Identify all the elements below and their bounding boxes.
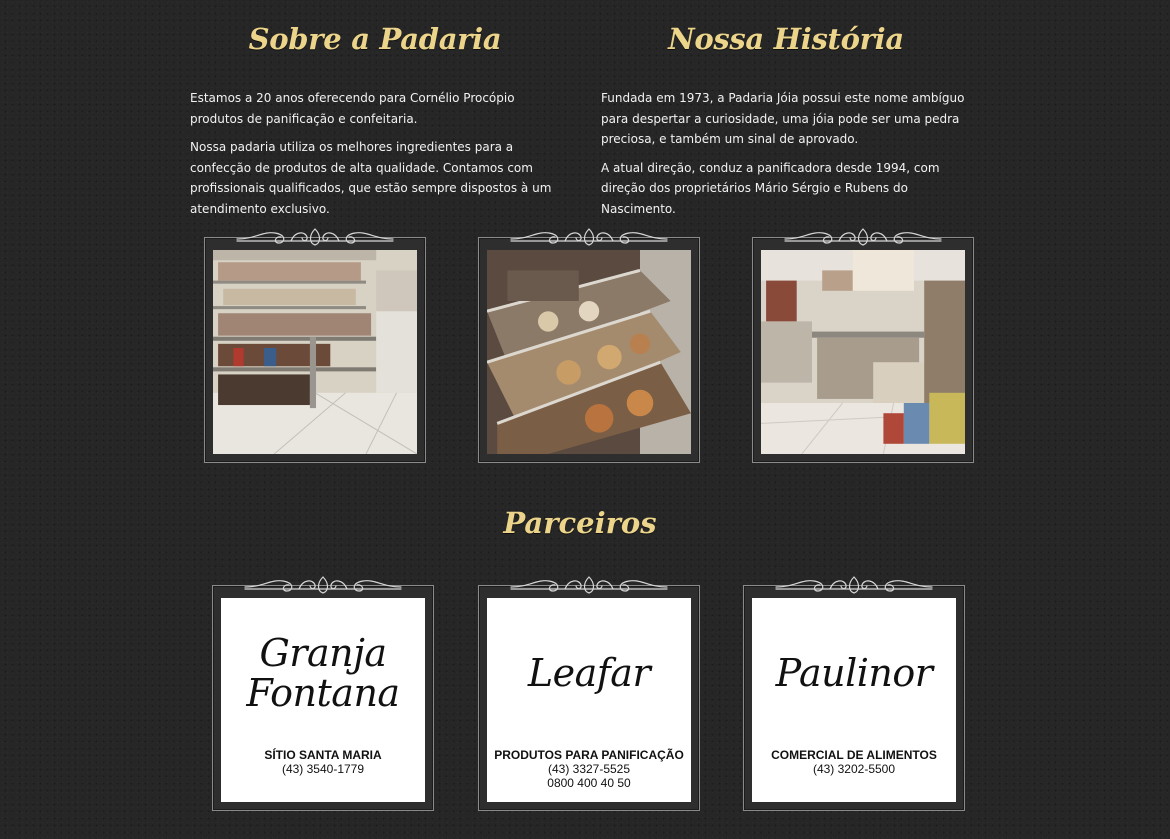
partner-card-paulinor: Paulinor COMERCIAL DE ALIMENTOS (43) 320… <box>752 598 956 802</box>
partner-phone-2: 0800 400 40 50 <box>547 776 631 790</box>
partner-phone: (43) 3202-5500 <box>812 762 896 776</box>
partner-frame-3: Paulinor COMERCIAL DE ALIMENTOS (43) 320… <box>743 576 965 811</box>
ornament-icon <box>510 576 668 594</box>
ornament-icon <box>775 576 933 594</box>
partner-card-granja-fontana: Granja Fontana SÍTIO SANTA MARIA (43) 35… <box>221 598 425 802</box>
partner-logo: Leafar <box>527 598 651 748</box>
partner-logo-line-2: Fontana <box>246 671 400 715</box>
display-case-photo <box>487 250 691 454</box>
gallery-frame-3 <box>752 228 974 463</box>
gallery-frame-1 <box>204 228 426 463</box>
ornament-icon <box>236 228 394 246</box>
bakery-shelves-photo <box>213 250 417 454</box>
ornament-icon <box>244 576 402 594</box>
about-paragraph-2: Nossa padaria utiliza os melhores ingred… <box>190 140 552 216</box>
about-paragraph-1: Estamos a 20 anos oferecendo para Cornél… <box>190 91 515 126</box>
partner-logo-line-1: Paulinor <box>775 651 933 695</box>
partner-logo-line-1: Granja <box>259 631 387 675</box>
partner-frame-2: Leafar PRODUTOS PARA PANIFICAÇÃO (43) 33… <box>478 576 700 811</box>
store-interior-photo <box>761 250 965 454</box>
partner-phone: (43) 3540-1779 <box>281 762 365 776</box>
partners-title: Parceiros <box>503 506 657 540</box>
partner-name: PRODUTOS PARA PANIFICAÇÃO <box>494 748 684 762</box>
partner-info: SÍTIO SANTA MARIA (43) 3540-1779 <box>264 748 381 776</box>
about-text: Estamos a 20 anos oferecendo para Cornél… <box>190 88 562 227</box>
partner-info: PRODUTOS PARA PANIFICAÇÃO (43) 3327-5525… <box>494 748 684 790</box>
history-paragraph-2: A atual direção, conduz a panificadora d… <box>601 160 940 216</box>
partner-logo: Granja Fontana <box>246 598 400 748</box>
history-title: Nossa História <box>668 22 904 56</box>
history-paragraph-1: Fundada em 1973, a Padaria Jóia possui e… <box>601 91 965 146</box>
partner-card-leafar: Leafar PRODUTOS PARA PANIFICAÇÃO (43) 33… <box>487 598 691 802</box>
ornament-icon <box>510 228 668 246</box>
history-text: Fundada em 1973, a Padaria Jóia possui e… <box>601 88 973 227</box>
partner-frame-1: Granja Fontana SÍTIO SANTA MARIA (43) 35… <box>212 576 434 811</box>
about-title: Sobre a Padaria <box>248 22 502 56</box>
partner-name: SÍTIO SANTA MARIA <box>264 748 382 762</box>
partner-phone: (43) 3327-5525 <box>547 762 631 776</box>
ornament-icon <box>784 228 942 246</box>
partner-logo: Paulinor <box>776 598 933 748</box>
partner-name: COMERCIAL DE ALIMENTOS <box>771 748 937 762</box>
partner-info: COMERCIAL DE ALIMENTOS (43) 3202-5500 <box>771 748 937 776</box>
gallery-frame-2 <box>478 228 700 463</box>
partner-logo-line-1: Leafar <box>527 651 651 695</box>
